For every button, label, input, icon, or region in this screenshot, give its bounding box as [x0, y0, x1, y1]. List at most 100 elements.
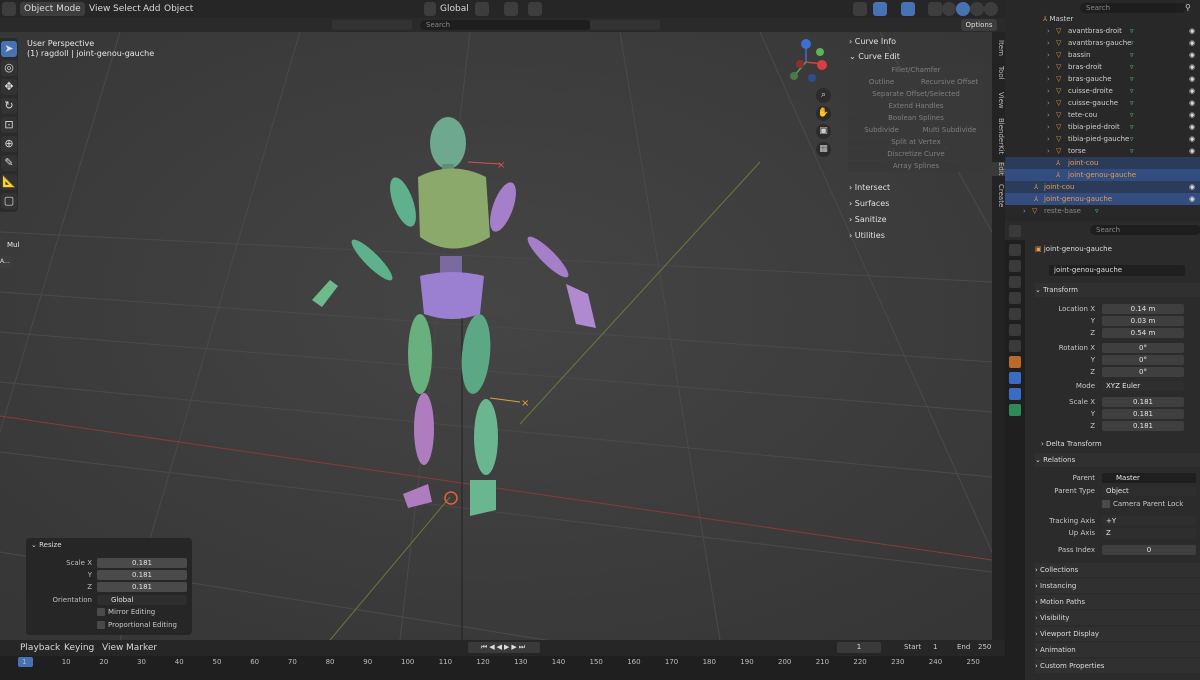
collapsed-section[interactable]: › Motion Paths: [1035, 595, 1200, 609]
outliner-child-joint[interactable]: ⅄ joint-genou-gauche: [1005, 169, 1200, 181]
location-z-field[interactable]: 0.54 m: [1102, 328, 1184, 338]
collection-tab-icon[interactable]: [1009, 340, 1021, 352]
object-tab-icon[interactable]: [1009, 356, 1021, 368]
overlay-icon[interactable]: [901, 2, 915, 16]
collapsed-section[interactable]: › Collections: [1035, 563, 1200, 577]
search-input[interactable]: Search: [420, 20, 591, 30]
rotation-x-field[interactable]: 0°: [1102, 343, 1184, 353]
move-tool-icon[interactable]: ✥: [1, 79, 17, 95]
timeline-ruler[interactable]: 1 10 20 30 40 50 60 70 80 90 100 110 120 130 140 150 160…: [0, 656, 1005, 680]
location-x-field[interactable]: 0.14 m: [1102, 304, 1184, 314]
scale-z-field[interactable]: 0.181: [97, 582, 187, 592]
recursive-offset-button[interactable]: Recursive Offset: [916, 77, 983, 88]
output-tab-icon[interactable]: [1009, 276, 1021, 288]
rotation-mode-dropdown[interactable]: XYZ Euler: [1102, 381, 1184, 391]
split-vertex-button[interactable]: Split at Vertex: [848, 137, 984, 148]
render-tab-icon[interactable]: [1009, 260, 1021, 272]
material-shading-icon[interactable]: [970, 2, 984, 16]
section-intersect[interactable]: › Intersect: [846, 180, 986, 195]
rotation-z-field[interactable]: 0°: [1102, 367, 1184, 377]
orientation-dropdown[interactable]: Global: [97, 595, 187, 605]
menu-object[interactable]: Object: [160, 2, 197, 16]
scale-x-field[interactable]: 0.181: [97, 558, 187, 568]
camera-parent-lock-checkbox[interactable]: [1102, 500, 1110, 508]
fillet-chamfer-button[interactable]: Fillet/Chamfer: [848, 65, 984, 76]
outliner-search-input[interactable]: Search: [1080, 3, 1186, 13]
collapsed-section[interactable]: › Viewport Display: [1035, 627, 1200, 641]
annotate-tool-icon[interactable]: ✎: [1, 155, 17, 171]
array-splines-button[interactable]: Array Splines: [848, 161, 984, 172]
rotation-y-field[interactable]: 0°: [1102, 355, 1184, 365]
constraints-tab-icon[interactable]: [1009, 388, 1021, 400]
outliner-item[interactable]: › ▽ avantbras-droit ▿ ◉: [1005, 25, 1200, 37]
outliner-root-joint[interactable]: ⅄ joint-genou-gauche ◉: [1005, 193, 1200, 205]
marker-menu[interactable]: Marker: [122, 641, 161, 655]
tab-create[interactable]: Create: [992, 184, 1005, 207]
tool-tab-icon[interactable]: [1009, 244, 1021, 256]
outline-button[interactable]: Outline: [848, 77, 915, 88]
scale-y-field[interactable]: 0.181: [1102, 409, 1184, 419]
properties-editor-type-icon[interactable]: [1009, 225, 1021, 237]
tab-tool[interactable]: Tool: [992, 66, 1005, 80]
collapsed-section[interactable]: › Animation: [1035, 643, 1200, 657]
outliner-item[interactable]: › ▽ tete-cou ▿ ◉: [1005, 109, 1200, 121]
section-utilities[interactable]: › Utilities: [846, 228, 986, 243]
physics-tab-icon[interactable]: [1009, 372, 1021, 384]
zoom-icon[interactable]: ⌕: [816, 88, 831, 103]
scene-tab-icon[interactable]: [1009, 308, 1021, 320]
scale-z-field[interactable]: 0.181: [1102, 421, 1184, 431]
measure-tool-icon[interactable]: 📐: [1, 174, 17, 190]
xray-icon[interactable]: [928, 2, 942, 16]
tab-view[interactable]: View: [992, 92, 1005, 109]
outliner-item[interactable]: › ▽ bras-droit ▿ ◉: [1005, 61, 1200, 73]
solid-shading-icon[interactable]: [956, 2, 970, 16]
section-surfaces[interactable]: › Surfaces: [846, 196, 986, 211]
add-cube-tool-icon[interactable]: ▢: [1, 193, 17, 209]
current-frame-field[interactable]: 1: [837, 642, 881, 653]
multi-subdivide-button[interactable]: Multi Subdivide: [916, 125, 983, 136]
object-type-filters[interactable]: [332, 20, 412, 30]
gizmo-icon[interactable]: [873, 2, 887, 16]
outliner-item[interactable]: › ▽ tibia-pied-gauche ▿ ◉: [1005, 133, 1200, 145]
collapsed-section[interactable]: › Visibility: [1035, 611, 1200, 625]
outliner-item[interactable]: › ▽ tibia-pied-droit ▿ ◉: [1005, 121, 1200, 133]
location-y-field[interactable]: 0.03 m: [1102, 316, 1184, 326]
discretize-curve-button[interactable]: Discretize Curve: [848, 149, 984, 160]
outliner-root-joint[interactable]: ⅄ joint-cou ◉: [1005, 181, 1200, 193]
options-dropdown[interactable]: Options: [961, 19, 997, 31]
outliner-item[interactable]: › ▽ torse ▿ ◉: [1005, 145, 1200, 157]
playback-controls[interactable]: ⏮◀◀▶▶⏭: [468, 642, 540, 653]
rotate-tool-icon[interactable]: ↻: [1, 98, 17, 114]
collapsed-section[interactable]: › Custom Properties: [1035, 659, 1200, 673]
pass-index-field[interactable]: 0: [1102, 545, 1196, 555]
scale-x-field[interactable]: 0.181: [1102, 397, 1184, 407]
section-curve-edit[interactable]: ⌄ Curve Edit: [846, 49, 986, 64]
tracking-axis-dropdown[interactable]: +Y: [1102, 516, 1196, 526]
proportional-editing-checkbox[interactable]: [97, 621, 105, 629]
delta-transform-section[interactable]: › Delta Transform: [1035, 437, 1200, 451]
keying-menu[interactable]: Keying: [60, 641, 98, 655]
end-field[interactable]: 250: [978, 643, 991, 651]
perspective-grid-icon[interactable]: ▦: [816, 142, 831, 157]
outliner-filter-icon[interactable]: ⚲: [1185, 3, 1191, 12]
wireframe-shading-icon[interactable]: [942, 2, 956, 16]
editor-type-button[interactable]: [2, 2, 16, 16]
select-tool-icon[interactable]: ➤: [1, 41, 17, 57]
world-tab-icon[interactable]: [1009, 324, 1021, 336]
tab-item[interactable]: Item: [992, 40, 1005, 56]
outliner-item[interactable]: › ▽ bras-gauche ▿ ◉: [1005, 73, 1200, 85]
filter-buttons[interactable]: [590, 20, 660, 30]
visibility-icon[interactable]: [853, 2, 867, 16]
tab-blenderkit[interactable]: BlenderKit: [992, 118, 1005, 154]
object-name-field[interactable]: joint-genou-gauche: [1049, 265, 1185, 276]
transform-tool-icon[interactable]: ⊕: [1, 136, 17, 152]
outliner-master-row[interactable]: ⅄ Master: [1005, 13, 1200, 25]
outliner-reste-base[interactable]: › ▽ reste-base ▿: [1005, 205, 1200, 217]
rendered-shading-icon[interactable]: [984, 2, 998, 16]
pan-hand-icon[interactable]: ✋: [816, 106, 831, 121]
parent-type-dropdown[interactable]: Object: [1102, 486, 1196, 496]
mode-dropdown[interactable]: Object Mode: [20, 2, 85, 16]
subdivide-button[interactable]: Subdivide: [848, 125, 915, 136]
proportional-icon[interactable]: [528, 2, 542, 16]
snap-icon[interactable]: [504, 2, 518, 16]
